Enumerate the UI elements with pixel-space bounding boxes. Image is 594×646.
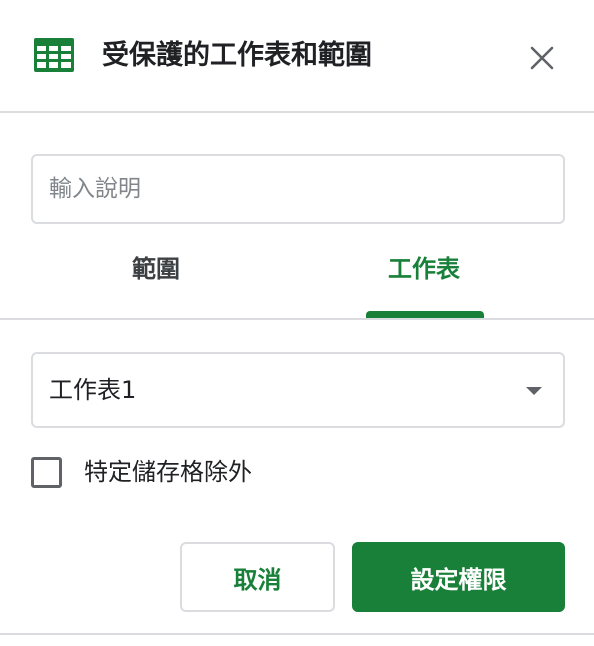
- tab-sheet-label: 工作表: [388, 255, 460, 283]
- google-sheets-icon: [34, 38, 74, 72]
- tabs-divider: [0, 318, 594, 320]
- close-icon: [530, 46, 554, 70]
- sheet-select-value: 工作表1: [49, 376, 137, 404]
- footer-divider: [0, 633, 594, 635]
- except-cells-label: 特定儲存格除外: [84, 458, 252, 486]
- except-cells-option[interactable]: 特定儲存格除外: [31, 452, 252, 492]
- protected-sheets-panel: 受保護的工作表和範圍 範圍 工作表 工作表1 特定儲存格除外 取消 設定權限: [0, 0, 594, 646]
- cancel-button[interactable]: 取消: [180, 542, 335, 612]
- header-divider: [0, 111, 594, 113]
- tab-sheet[interactable]: 工作表: [306, 252, 542, 318]
- panel-header: 受保護的工作表和範圍: [0, 0, 594, 112]
- active-tab-indicator: [366, 311, 484, 318]
- set-permissions-button[interactable]: 設定權限: [352, 542, 565, 612]
- dropdown-arrow-icon: [526, 387, 542, 395]
- tab-range-label: 範圍: [132, 255, 180, 283]
- sheet-select[interactable]: 工作表1: [31, 352, 565, 428]
- close-button[interactable]: [522, 38, 562, 78]
- description-input[interactable]: [31, 154, 565, 224]
- panel-title: 受保護的工作表和範圍: [102, 40, 372, 71]
- except-cells-checkbox[interactable]: [31, 456, 62, 488]
- protection-type-tabs: 範圍 工作表: [0, 252, 594, 320]
- tab-range[interactable]: 範圍: [30, 252, 282, 318]
